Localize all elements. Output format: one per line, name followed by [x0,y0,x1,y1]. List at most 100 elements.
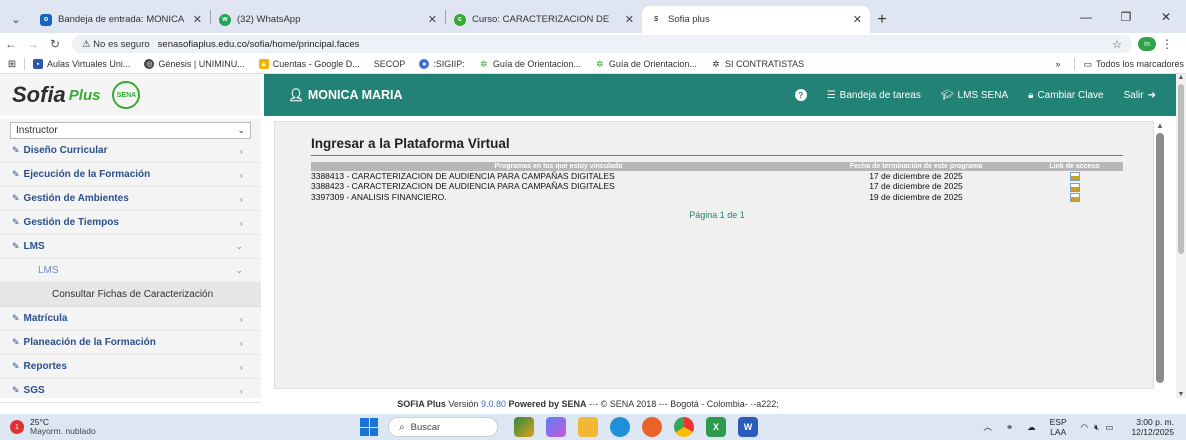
restore-icon[interactable]: ❐ [1106,10,1146,24]
program-cell: 3388423 - CARACTERIZACION DE AUDIENCIA P… [311,181,615,192]
url-bar[interactable]: ⚠ No es seguro senasofiaplus.edu.co/sofi… [72,35,1132,53]
taskbar-search-input[interactable]: ⌕ Buscar [388,417,498,437]
close-tab-icon[interactable]: ✕ [853,13,862,26]
bookmark-item[interactable]: ✲ Guía de Orientacion... [594,59,697,69]
sidebar-subitem-lms[interactable]: LMS ⌄ [0,259,261,283]
open-link-icon[interactable] [1069,182,1080,192]
firefox-icon[interactable] [642,417,662,437]
logout-link[interactable]: Salir ➜ [1124,90,1156,101]
user-icon: 👤︎ [288,87,304,102]
browser-menu-icon[interactable]: ⋮ [1156,37,1178,51]
sidebar-item-lms[interactable]: ✎ LMS ⌄ [0,235,261,259]
tray-app-icon[interactable]: ☁︎ [1027,422,1036,433]
help-icon[interactable]: ? [794,89,807,101]
sidebar-item-matricula[interactable]: ✎ Matrícula ‹ [0,307,261,331]
language-indicator[interactable]: ESP LAA [1050,417,1067,437]
bookmarks-overflow-button[interactable]: » [1055,59,1060,69]
user-menu[interactable]: 👤︎ MONICA MARIA [288,88,403,103]
tasks-link[interactable]: ☰ Bandeja de tareas [827,90,921,101]
close-window-icon[interactable]: ✕ [1146,10,1186,24]
scroll-up-icon[interactable]: ▲ [1153,121,1167,130]
tab-search-button[interactable]: ⌄ [0,5,32,33]
sidebar-item-diseno-curricular[interactable]: ✎ Diseño Curricular ‹ [0,139,261,163]
apps-grid-icon[interactable]: ⊞ [0,59,24,70]
windows-start-icon[interactable] [360,418,378,436]
link-cell [1026,181,1123,192]
open-link-icon[interactable] [1069,172,1080,182]
table-row: 3388423 - CARACTERIZACION DE AUDIENCIA P… [311,181,1123,192]
bookmark-item[interactable]: ▲ Cuentas - Google D... [258,59,360,69]
sidebar-item-ejecucion[interactable]: ✎ Ejecución de la Formación ‹ [0,163,261,187]
page-scrollbar[interactable]: ▲ ▼ [1176,74,1186,398]
programs-table: Programas en los que estoy vinculado Fec… [311,162,1123,202]
sidebar-item-tiempos[interactable]: ✎ Gestión de Tiempos ‹ [0,211,261,235]
sidebar-item-ambientes[interactable]: ✎ Gestión de Ambientes ‹ [0,187,261,211]
scroll-up-icon[interactable]: ▲ [1176,74,1186,81]
change-password-link[interactable]: 🔒︎ Cambiar Clave [1028,90,1103,101]
close-tab-icon[interactable]: ✕ [193,13,202,26]
role-select[interactable]: Instructor ⌄ [10,122,251,139]
excel-icon[interactable]: X [706,417,726,437]
window-controls: — ❐ ✕ [1066,0,1186,33]
bookmark-item[interactable]: ▪ Aulas Virtuales Uni... [33,59,130,69]
bookmark-item[interactable]: ✲ SI CONTRATISTAS [710,59,804,69]
chrome-icon[interactable] [674,417,694,437]
forward-icon[interactable]: → [22,37,44,51]
word-icon[interactable]: W [738,417,758,437]
wifi-icon[interactable]: ◠ [1081,422,1088,433]
clock[interactable]: 3:00 p. m. 12/12/2025 [1131,417,1174,437]
bookmark-star-icon[interactable]: ☆ [1112,38,1122,51]
tab-sofia-plus[interactable]: S Sofia plus ✕ [642,6,870,33]
bookmark-item[interactable]: ●:SIGIIP: [419,59,465,69]
bookmark-item[interactable]: ◎ Génesis | UNIMINU... [144,59,245,69]
reload-icon[interactable]: ↻ [44,37,66,51]
bookmarks-right: » ▭ Todos los marcadores [1055,58,1186,70]
minimize-icon[interactable]: — [1066,10,1106,24]
content-scrollbar[interactable]: ▲ [1153,121,1167,389]
page-scrollbar-thumb[interactable] [1178,84,1184,254]
weather-text: 25°C Mayorm. nublado [30,418,96,436]
url-text[interactable]: senasofiaplus.edu.co/sofia/home/principa… [158,39,360,50]
logo-area[interactable]: Sofia Plus SENA [0,74,261,116]
widgets-app-icon[interactable] [514,417,534,437]
volume-muted-icon[interactable]: 🔇︎ [1094,422,1099,433]
profile-avatar[interactable]: m [1138,37,1156,51]
tab-moodle[interactable]: c Curso: CARACTERIZACION DE ✕ [446,6,642,33]
logout-label: Salir [1123,89,1144,101]
show-hidden-icons[interactable]: ︿ [983,421,992,433]
battery-icon[interactable]: ▭ [1105,422,1113,433]
weather-widget[interactable]: 1 25°C Mayorm. nublado [10,418,96,436]
bookmark-item[interactable]: SECOP [374,59,406,69]
all-bookmarks-button[interactable]: ▭ Todos los marcadores [1083,59,1184,70]
bookmark-label: Aulas Virtuales Uni... [47,59,131,69]
close-tab-icon[interactable]: ✕ [625,13,634,26]
tab-whatsapp[interactable]: w (32) WhatsApp ✕ [211,6,445,33]
back-icon[interactable]: ← [0,37,22,51]
google-drive-icon: ▲ [258,59,269,69]
scroll-down-icon[interactable]: ▼ [1176,391,1186,398]
edge-browser-icon[interactable] [610,417,630,437]
new-tab-button[interactable]: + [870,6,894,33]
tasks-link-label: Bandeja de tareas [839,89,921,101]
bookmark-divider [1074,58,1076,70]
search-placeholder: Buscar [410,421,441,433]
lms-sena-link[interactable]: 🎓︎ LMS SENA [941,90,1008,101]
footer-rest: -·- © SENA 2018 -·- Bogotá - Colombia- ·… [589,399,779,409]
copilot-icon[interactable] [546,417,566,437]
security-indicator[interactable]: ⚠ No es seguro [82,39,150,50]
close-tab-icon[interactable]: ✕ [428,13,437,26]
open-link-icon[interactable] [1069,192,1080,202]
bookmark-item[interactable]: ✲ Guía de Orientacion... [478,59,581,69]
sidebar-leaf-consultar-fichas[interactable]: Consultar Fichas de Caracterización [0,283,261,307]
bookmark-label: Génesis | UNIMINU... [158,59,245,69]
tab-outlook[interactable]: o Bandeja de entrada: MONICA M ✕ [32,6,210,33]
security-label: No es seguro [93,38,150,50]
chevron-down-icon: ⌄ [237,125,245,135]
sidebar-item-reportes[interactable]: ✎ Reportes ‹ [0,355,261,379]
scrollbar-thumb[interactable] [1156,133,1164,383]
tray-app-icon[interactable]: ⚭ [1006,422,1013,433]
file-explorer-icon[interactable] [578,417,598,437]
outlook-icon: o [40,13,52,26]
sofia-logo-text: Sofia [12,82,66,107]
sidebar-item-planeacion[interactable]: ✎ Planeación de la Formación ‹ [0,331,261,355]
